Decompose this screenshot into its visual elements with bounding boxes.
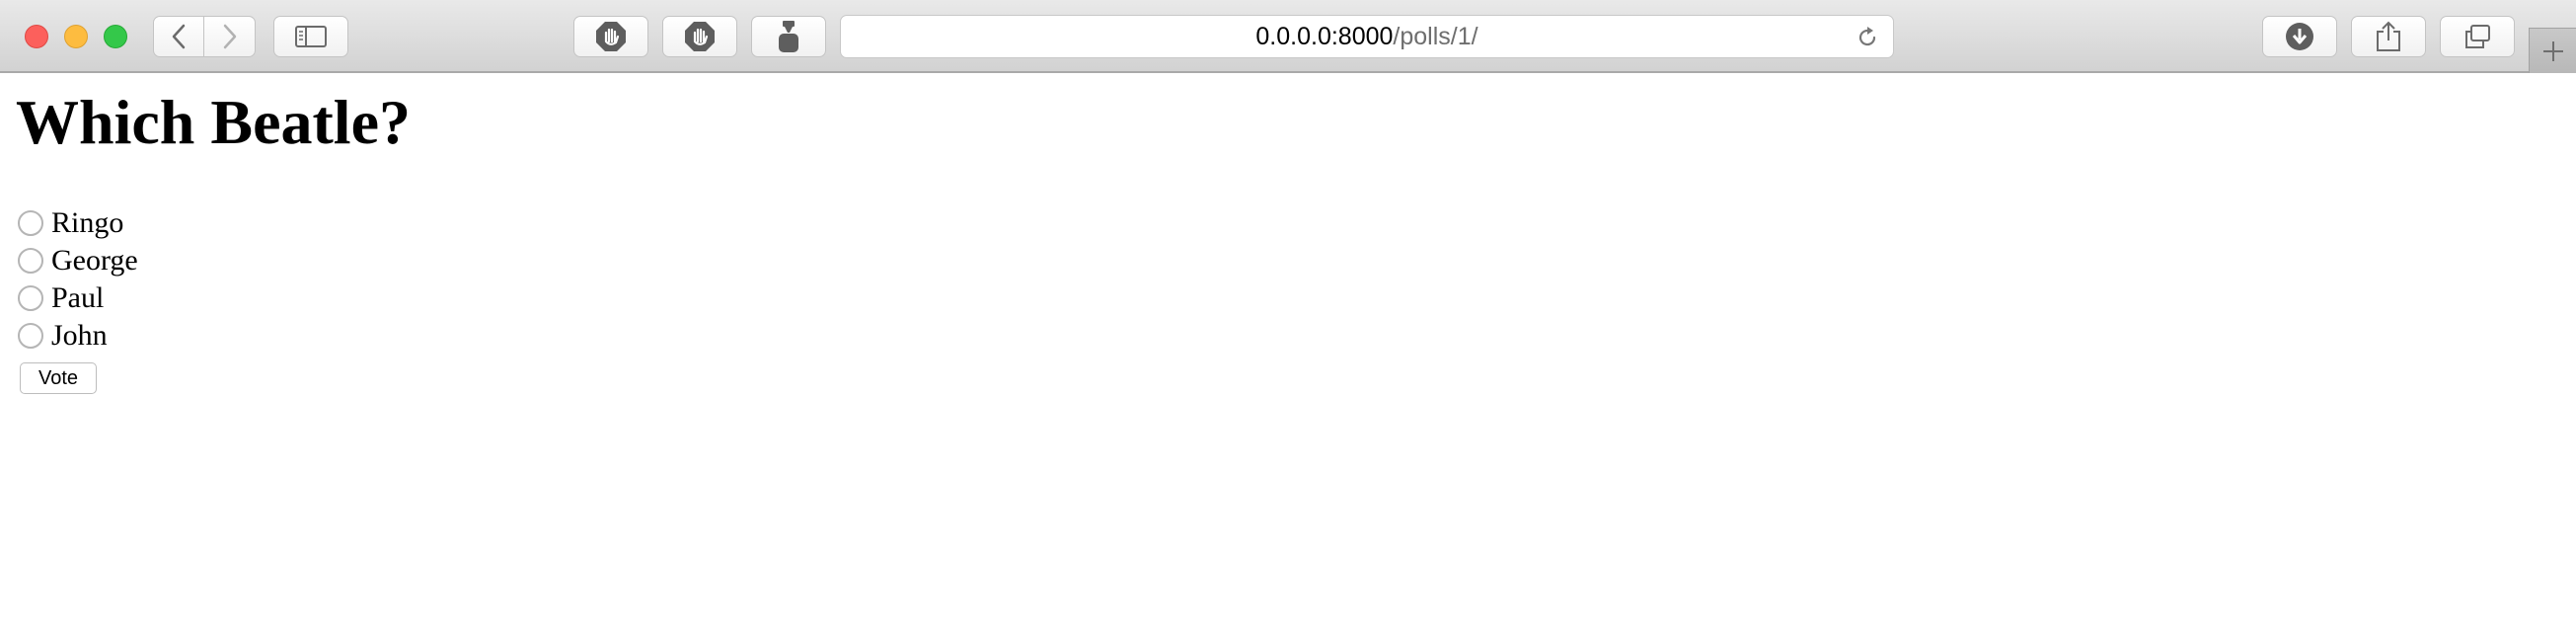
chevron-left-icon [172,24,186,49]
navigation-buttons [153,16,256,57]
url-path: /polls/1/ [1393,22,1478,50]
plus-icon [2542,40,2563,61]
page-content: Which Beatle? Ringo George Paul John Vot… [0,73,2576,636]
choice-label: Ringo [51,206,124,239]
download-icon [2286,23,2313,50]
sidebar-button[interactable] [273,16,348,57]
share-icon [2377,21,2400,51]
url-host: 0.0.0.0:8000 [1255,22,1394,50]
stop-hand-icon [596,22,626,51]
new-tab-button[interactable] [2529,28,2576,73]
choice-radio[interactable] [18,285,43,311]
choice-ringo[interactable]: Ringo [16,204,138,242]
address-bar[interactable]: 0.0.0.0:8000/polls/1/ [840,15,1894,58]
choice-radio[interactable] [18,210,43,236]
back-button[interactable] [153,16,204,57]
extension-icon [779,21,798,52]
choice-radio[interactable] [18,323,43,349]
tabs-overview-icon [2465,25,2490,48]
choice-label: John [51,319,108,352]
vote-button[interactable]: Vote [20,362,97,394]
tabs-overview-button[interactable] [2440,16,2515,57]
sidebar-icon [295,26,327,47]
choice-george[interactable]: George [16,242,138,279]
window-minimize-button[interactable] [64,25,88,48]
reload-icon[interactable] [1856,26,1879,49]
chevron-right-icon [223,24,236,49]
choice-john[interactable]: John [16,317,138,355]
choice-paul[interactable]: Paul [16,279,138,317]
choice-radio[interactable] [18,248,43,274]
extension-button-3[interactable] [751,16,826,57]
choice-label: George [51,244,138,277]
choice-label: Paul [51,281,105,314]
choice-list: Ringo George Paul John [16,204,138,355]
extension-button-1[interactable] [573,16,648,57]
forward-button[interactable] [203,16,256,57]
extension-button-2[interactable] [662,16,737,57]
poll-question: Which Beatle? [16,87,411,157]
downloads-button[interactable] [2262,16,2337,57]
window-close-button[interactable] [25,25,48,48]
stop-hand-icon [685,22,715,51]
browser-toolbar: 0.0.0.0:8000/polls/1/ [0,0,2576,73]
share-button[interactable] [2351,16,2426,57]
window-maximize-button[interactable] [104,25,127,48]
